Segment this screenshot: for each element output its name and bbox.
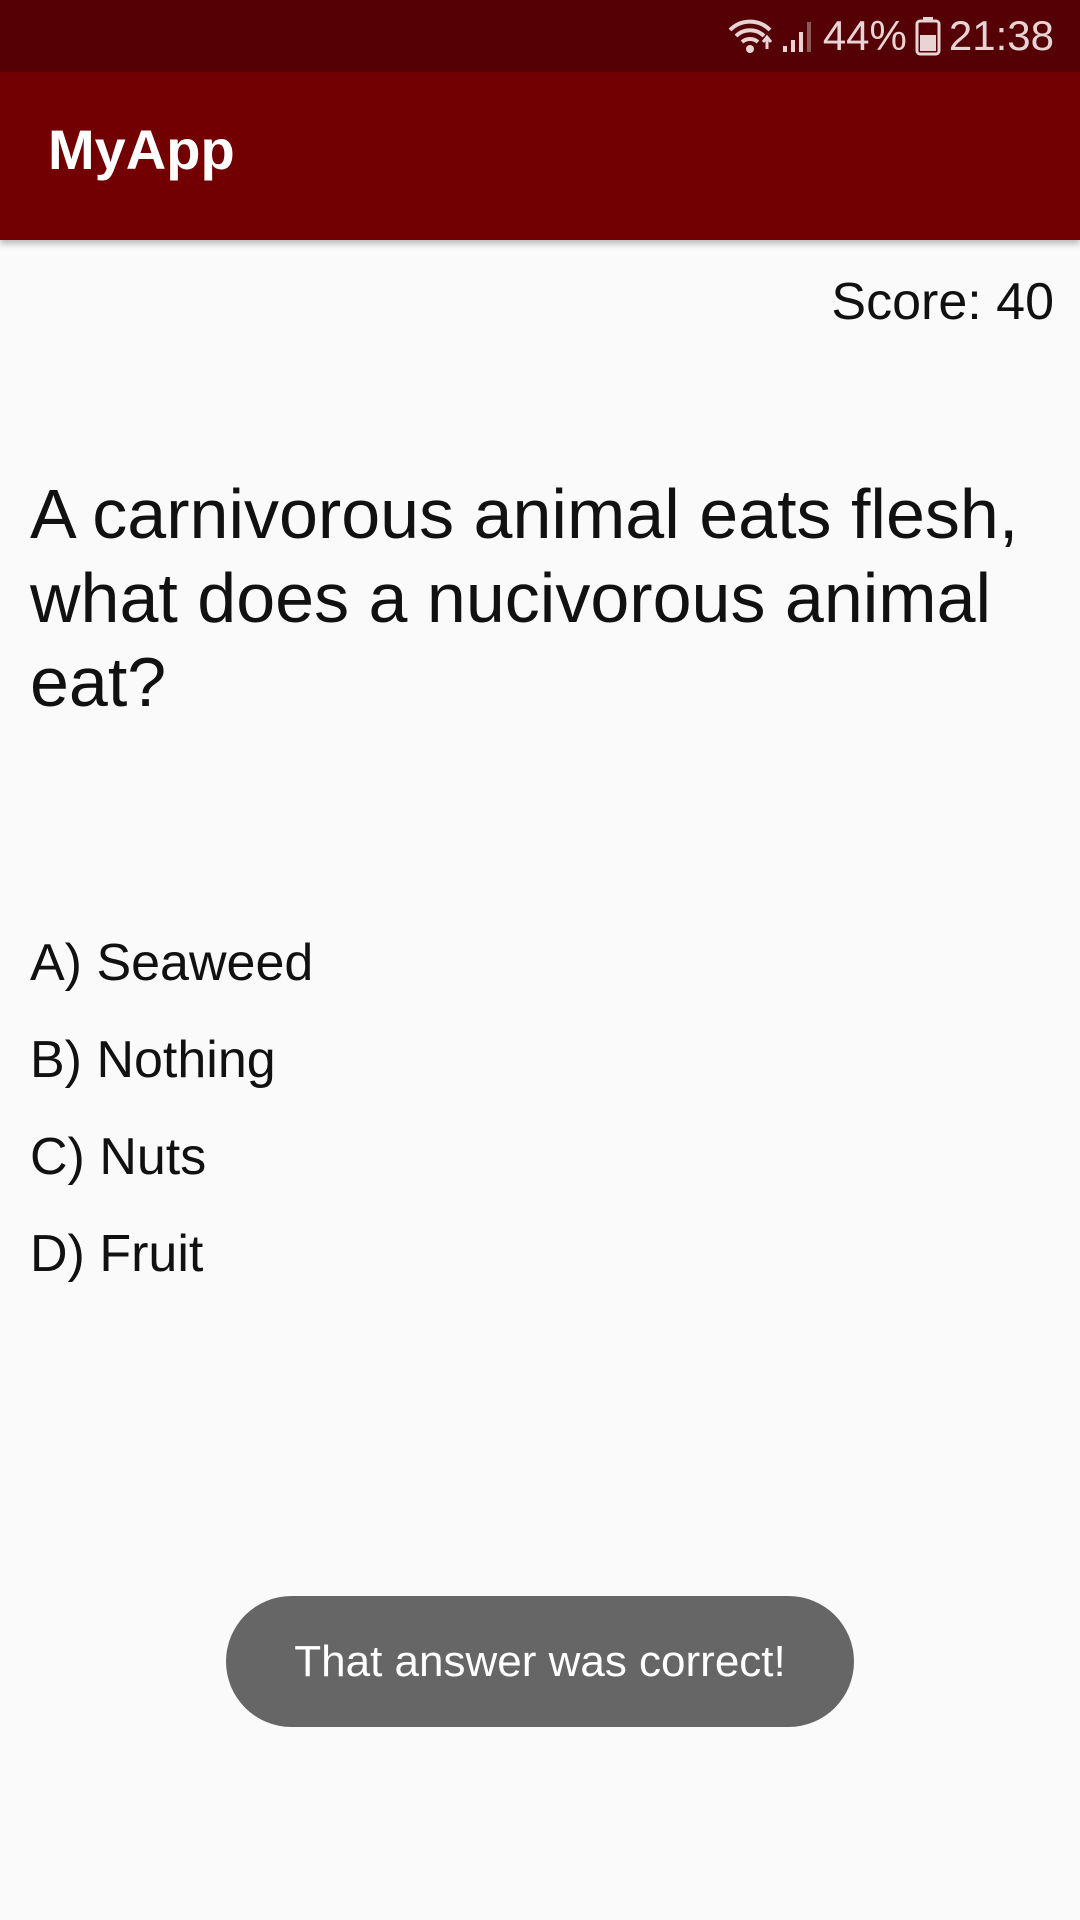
status-icons: 44% 21:38 — [719, 0, 1054, 72]
status-bar: 44% 21:38 — [0, 0, 1080, 72]
answer-option-a[interactable]: A) Seaweed — [30, 915, 930, 1012]
clock: 21:38 — [948, 12, 1054, 59]
app-bar: MyApp — [0, 72, 1080, 240]
answer-option-b[interactable]: B) Nothing — [30, 1012, 930, 1109]
answer-list: A) Seaweed B) Nothing C) Nuts D) Fruit — [30, 915, 930, 1303]
answer-option-d[interactable]: D) Fruit — [30, 1206, 930, 1303]
toast-message: That answer was correct! — [226, 1596, 854, 1727]
signal-icon — [781, 18, 815, 54]
question-text: A carnivorous animal eats flesh, what do… — [30, 475, 1019, 721]
app-title: MyApp — [48, 118, 235, 181]
battery-percent: 44% — [822, 12, 907, 59]
wifi-icon — [727, 16, 773, 56]
score-label: Score: 40 — [831, 273, 1054, 331]
battery-icon — [915, 16, 941, 56]
answer-option-c[interactable]: C) Nuts — [30, 1109, 930, 1206]
